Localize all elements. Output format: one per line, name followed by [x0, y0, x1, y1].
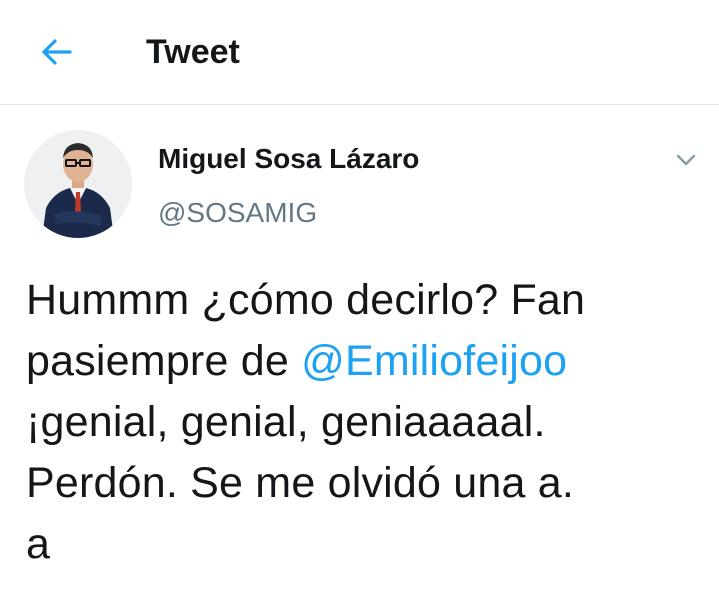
- author-name[interactable]: Miguel Sosa Lázaro: [158, 140, 419, 178]
- tweet-line-3: ¡genial, genial, geniaaaaal.: [26, 398, 546, 446]
- tweet-line-5: a: [26, 520, 51, 568]
- arrow-left-icon: [42, 39, 72, 65]
- tweet-detail-screen: Tweet Miguel Sosa Lázaro @SOSAMIG Hummm …: [0, 0, 719, 600]
- tweet-menu-button[interactable]: [664, 140, 708, 180]
- tweet-text: Hummm ¿cómo decirlo? Fan pasiempre de @E…: [26, 270, 706, 575]
- top-app-bar: Tweet: [0, 0, 719, 105]
- mention-link[interactable]: @Emiliofeijoo: [301, 337, 567, 385]
- author-handle[interactable]: @SOSAMIG: [158, 194, 317, 232]
- tweet-line-1: Hummm ¿cómo decirlo? Fan: [26, 276, 586, 324]
- back-button[interactable]: [28, 28, 84, 76]
- page-title: Tweet: [146, 33, 240, 71]
- profile-photo: [24, 130, 132, 238]
- tweet-line-4: Perdón. Se me olvidó una a.: [26, 459, 575, 507]
- tweet-line-2-text: pasiempre de: [26, 337, 302, 385]
- tweet-line-2: pasiempre de @Emiliofeijoo: [26, 331, 706, 392]
- chevron-down-icon: [676, 154, 696, 166]
- avatar[interactable]: [24, 130, 132, 238]
